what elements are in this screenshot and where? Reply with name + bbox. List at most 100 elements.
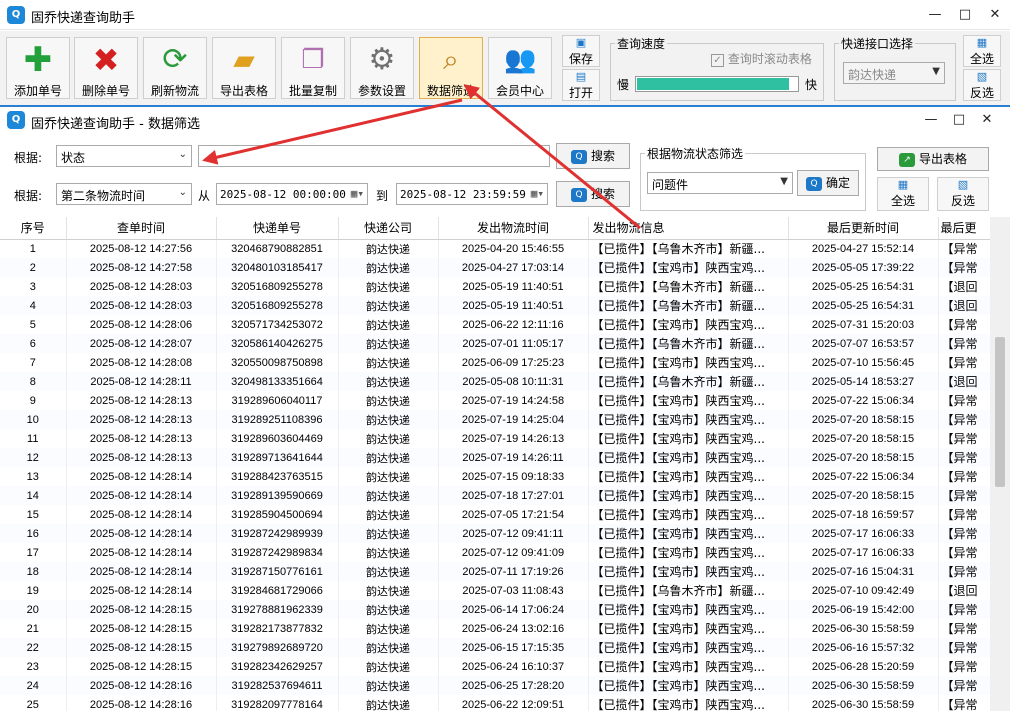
table-row[interactable]: 2 2025-08-12 14:27:58 320480103185417 韵达快递 2… [0,258,990,277]
delete-number-button[interactable]: ✖ 删除单号 [74,37,138,99]
magnifier-icon: ⌕ [443,43,459,76]
calendar-icon[interactable]: ▦▾ [351,187,364,200]
plus-icon: ✚ [23,40,53,80]
cell-send-time: 2025-07-18 17:27:01 [438,486,589,505]
col-header-last-update-info[interactable]: 最后更 [938,217,990,240]
col-header-query-time[interactable]: 查单时间 [66,217,217,240]
batch-copy-button[interactable]: ❐ 批量复制 [281,37,345,99]
cell-last-update-time: 2025-07-22 15:06:34 [788,467,939,486]
search-label-2: 搜索 [590,187,615,201]
cell-index: 4 [0,296,67,315]
chevron-down-icon: ⌄ [178,149,187,160]
cell-query-time: 2025-08-12 14:27:56 [66,239,217,258]
table-row[interactable]: 16 2025-08-12 14:28:14 319287242989939 韵达快递… [0,524,990,543]
vertical-scrollbar[interactable] [990,217,1010,711]
table-row[interactable]: 20 2025-08-12 14:28:15 319278881962339 韵达快递… [0,600,990,619]
table-row[interactable]: 12 2025-08-12 14:28:13 319289713641644 韵达快递… [0,448,990,467]
export-folder-icon: ▰ [233,43,255,76]
col-header-tracking-number[interactable]: 快递单号 [216,217,339,240]
cell-send-time: 2025-07-12 09:41:09 [438,543,589,562]
maximize-button[interactable]: □ [952,2,978,28]
cell-last-update-time: 2025-07-20 18:58:15 [788,448,939,467]
cell-tracking-number: 319288423763515 [216,467,339,486]
cell-send-time: 2025-04-20 15:46:55 [438,239,589,258]
child-maximize-button[interactable]: □ [946,107,972,133]
table-row[interactable]: 11 2025-08-12 14:28:13 319289603604469 韵达快递… [0,429,990,448]
open-button[interactable]: ▤ 打开 [562,69,600,101]
table-row[interactable]: 3 2025-08-12 14:28:03 320516809255278 韵达快递 2… [0,277,990,296]
col-header-send-time[interactable]: 发出物流时间 [438,217,589,240]
table-row[interactable]: 13 2025-08-12 14:28:14 319288423763515 韵达快递… [0,467,990,486]
cell-send-time: 2025-05-19 11:40:51 [438,277,589,296]
col-header-courier[interactable]: 快递公司 [338,217,439,240]
cell-last-update-info: 【异常 [938,619,990,638]
member-center-button[interactable]: 👥 会员中心 [488,37,552,99]
child-minimize-button[interactable]: — [918,107,944,133]
table-row[interactable]: 21 2025-08-12 14:28:15 319282173877832 韵达快递… [0,619,990,638]
cell-send-time: 2025-07-01 11:05:17 [438,334,589,353]
cell-courier: 韵达快递 [338,315,439,334]
basis-select-2[interactable]: 第二条物流时间 ⌄ [56,183,192,205]
confirm-label: 确定 [825,176,850,190]
status-select[interactable]: 问题件 ▼ [647,172,793,194]
from-datetime-input[interactable]: 2025-08-12 00:00:00 ▦▾ [216,183,368,205]
table-row[interactable]: 15 2025-08-12 14:28:14 319285904500694 韵达快递… [0,505,990,524]
filter-export-button[interactable]: ↗ 导出表格 [877,147,989,171]
table-row[interactable]: 25 2025-08-12 14:28:16 319282097778164 韵达快递… [0,695,990,711]
search-button-2[interactable]: Q 搜索 [556,181,630,207]
close-button[interactable]: ✕ [982,2,1008,28]
speed-slider[interactable] [635,76,799,92]
confirm-button[interactable]: Q 确定 [797,170,859,196]
settings-button[interactable]: ⚙ 参数设置 [350,37,414,99]
refresh-logistics-button[interactable]: ⟳ 刷新物流 [143,37,207,99]
cell-index: 25 [0,695,67,711]
table-row[interactable]: 10 2025-08-12 14:28:13 319289251108396 韵达快递… [0,410,990,429]
gear-icon: ⚙ [368,42,396,77]
col-header-index[interactable]: 序号 [0,217,67,240]
table-row[interactable]: 4 2025-08-12 14:28:03 320516809255278 韵达快递 2… [0,296,990,315]
data-filter-button[interactable]: ⌕ 数据筛选 [419,37,483,99]
export-table-button[interactable]: ▰ 导出表格 [212,37,276,99]
filter-select-all-button[interactable]: ▦ 全选 [877,177,929,211]
to-datetime-input[interactable]: 2025-08-12 23:59:59 ▦▾ [396,183,548,205]
search-button-1[interactable]: Q 搜索 [556,143,630,169]
calendar-icon[interactable]: ▦▾ [531,187,544,200]
child-close-button[interactable]: ✕ [974,107,1000,133]
scrollbar-thumb[interactable] [995,337,1005,487]
save-button[interactable]: ▣ 保存 [562,35,600,67]
table-row[interactable]: 1 2025-08-12 14:27:56 320468790882851 韵达快递 2… [0,239,990,258]
table-row[interactable]: 8 2025-08-12 14:28:11 320498133351664 韵达快递 2… [0,372,990,391]
add-number-button[interactable]: ✚ 添加单号 [6,37,70,99]
cell-tracking-number: 319289606040117 [216,391,339,410]
table-row[interactable]: 17 2025-08-12 14:28:14 319287242989834 韵达快递… [0,543,990,562]
table-row[interactable]: 7 2025-08-12 14:28:08 320550098750898 韵达快递 2… [0,353,990,372]
cell-courier: 韵达快递 [338,410,439,429]
table-row[interactable]: 5 2025-08-12 14:28:06 320571734253072 韵达快递 2… [0,315,990,334]
filter-invert-button[interactable]: ▧ 反选 [937,177,989,211]
invert-button-top[interactable]: ▧ 反选 [963,69,1001,101]
cell-query-time: 2025-08-12 14:28:14 [66,543,217,562]
col-header-send-info[interactable]: 发出物流信息 [588,217,789,240]
col-header-last-update-time[interactable]: 最后更新时间 [788,217,939,240]
cell-last-update-time: 2025-05-25 16:54:31 [788,277,939,296]
select-all-button-top[interactable]: ▦ 全选 [963,35,1001,67]
table-row[interactable]: 24 2025-08-12 14:28:16 319282537694611 韵达快递… [0,676,990,695]
basis-select-1[interactable]: 状态 ⌄ [56,145,192,167]
minimize-button[interactable]: — [922,2,948,28]
basis-select-1-value: 状态 [61,151,86,165]
auto-scroll-checkbox[interactable]: ✓ 查询时滚动表格 [711,50,812,67]
chevron-down-icon: ⌄ [178,187,187,198]
app-root: Q 固乔快递查询助手 — □ ✕ ✚ 添加单号 ✖ 删除单号 ⟳ 刷新物流 ▰ … [0,0,1010,711]
table-row[interactable]: 9 2025-08-12 14:28:13 319289606040117 韵达快递 2… [0,391,990,410]
table-row[interactable]: 6 2025-08-12 14:28:07 320586140426275 韵达快递 2… [0,334,990,353]
table-row[interactable]: 19 2025-08-12 14:28:14 319284681729066 韵达快递… [0,581,990,600]
table-row[interactable]: 23 2025-08-12 14:28:15 319282342629257 韵达快递… [0,657,990,676]
table-row[interactable]: 18 2025-08-12 14:28:14 319287150776161 韵达快递… [0,562,990,581]
table-row[interactable]: 14 2025-08-12 14:28:14 319289139590669 韵达快递… [0,486,990,505]
table-row[interactable]: 22 2025-08-12 14:28:15 319279892689720 韵达快递… [0,638,990,657]
cell-courier: 韵达快递 [338,600,439,619]
keyword-input[interactable] [198,145,550,167]
cell-tracking-number: 320571734253072 [216,315,339,334]
cell-send-time: 2025-06-24 16:10:37 [438,657,589,676]
courier-select[interactable]: 韵达快递 ▼ [843,62,945,84]
